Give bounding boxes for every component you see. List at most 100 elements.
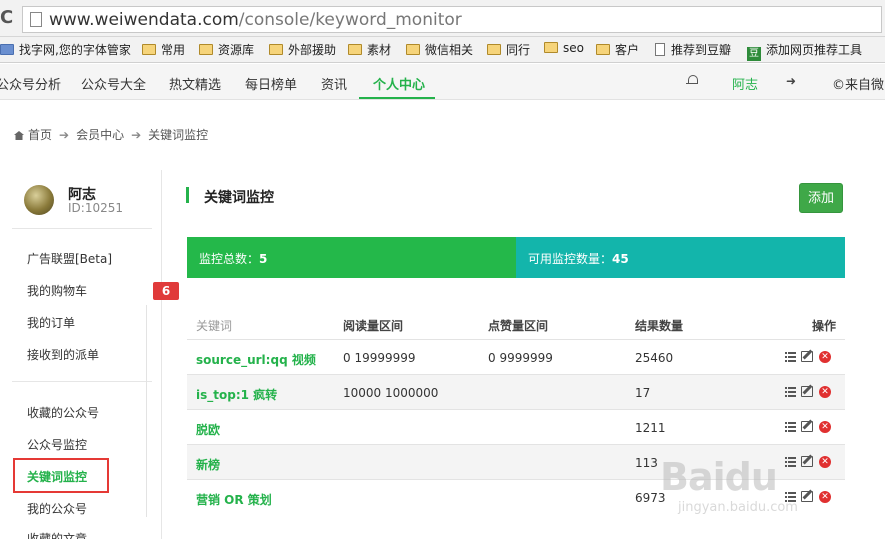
table-row: 新榜 113 ✕ [187,445,845,480]
sidebar-item-fav-articles[interactable]: 收藏的文章 [27,530,87,539]
add-button[interactable]: 添加 [799,183,843,213]
list-icon[interactable] [785,352,796,362]
sidebar-user-id: ID:10251 [68,201,123,215]
delete-icon[interactable]: ✕ [819,491,831,503]
nav-item-gzh-analysis[interactable]: 公众号分析 [0,74,61,93]
folder-icon [596,44,610,55]
sidebar-divider [12,381,152,382]
arrow-right-icon: ➔ [131,128,142,142]
page-icon [30,12,42,27]
row-results: 25460 [635,351,674,365]
list-icon[interactable] [785,457,796,467]
row-results: 17 [635,386,651,400]
edit-icon[interactable] [801,491,813,502]
row-results: 6973 [635,491,666,505]
list-icon[interactable] [785,492,796,502]
row-actions: ✕ [785,386,833,400]
list-icon[interactable] [785,422,796,432]
edit-icon[interactable] [801,421,813,432]
nav-item-daily-rank[interactable]: 每日榜单 [245,74,297,93]
reload-icon[interactable]: C [0,7,13,28]
table-row: is_top:1 疯转 10000 1000000 17 ✕ [187,375,845,410]
browser-address-bar: C www.weiwendata.com/console/keyword_mon… [0,0,885,37]
folder-icon [199,44,213,55]
row-keyword[interactable]: 营销 OR 策划 [196,491,272,508]
total-monitor-value: 5 [259,252,268,266]
delete-icon[interactable]: ✕ [819,351,831,363]
edit-icon[interactable] [801,456,813,467]
breadcrumb-current: 关键词监控 [148,128,209,142]
nav-user-name[interactable]: 阿志 [732,74,758,93]
sidebar-item-received-orders[interactable]: 接收到的派单 [27,346,99,363]
delete-icon[interactable]: ✕ [819,421,831,433]
bookmark-zhaozi[interactable]: 找字网,您的字体管家 [0,41,131,58]
bookmark-douban[interactable]: 推荐到豆瓣 [655,41,731,58]
sidebar-item-ad-alliance[interactable]: 广告联盟[Beta] [27,250,112,267]
row-keyword[interactable]: 脱欧 [196,421,220,438]
arrow-right-icon: ➔ [59,128,70,142]
delete-icon[interactable]: ✕ [819,456,831,468]
nav-item-gzh-daquan[interactable]: 公众号大全 [81,74,146,93]
cart-count-badge: 6 [153,282,179,300]
site-nav: 公众号分析 公众号大全 热文精选 每日榜单 资讯 个人中心 阿志 ➜ ©来自微问 [0,64,885,100]
row-keyword[interactable]: is_top:1 疯转 [196,386,277,403]
folder-icon [487,44,501,55]
sidebar-divider [12,228,152,229]
bookmark-kehu[interactable]: 客户 [596,41,639,58]
list-icon[interactable] [785,387,796,397]
folder-icon [142,44,156,55]
delete-icon[interactable]: ✕ [819,386,831,398]
bookmark-tonghang[interactable]: 同行 [487,41,530,58]
row-keyword[interactable]: 新榜 [196,456,220,473]
nav-item-personal-center[interactable]: 个人中心 [373,74,425,93]
table-row: 脱欧 1211 ✕ [187,410,845,445]
row-keyword[interactable]: source_url:qq 视频 [196,351,316,368]
sidebar-item-my-accounts[interactable]: 我的公众号 [27,500,87,517]
sidebar-item-cart[interactable]: 我的购物车 [27,282,87,299]
row-actions: ✕ [785,456,833,470]
row-read-range: 0 19999999 [343,351,416,365]
bookmarks-bar: 找字网,您的字体管家 常用 资源库 外部援助 素材 微信相关 同行 seo 客户… [0,37,885,63]
breadcrumb-member-center[interactable]: 会员中心 [76,128,124,142]
row-like-range: 0 9999999 [488,351,553,365]
edit-icon[interactable] [801,386,813,397]
row-actions: ✕ [785,491,833,505]
avatar [24,185,54,215]
header-actions: 操作 [812,319,837,333]
row-read-range: 10000 1000000 [343,386,439,400]
sidebar-item-orders[interactable]: 我的订单 [27,314,75,331]
title-accent-bar [186,187,189,203]
edit-icon[interactable] [801,351,813,362]
sidebar-item-fav-accounts[interactable]: 收藏的公众号 [27,404,99,421]
bookmark-ziyuanku[interactable]: 资源库 [199,41,254,58]
bookmark-waibu[interactable]: 外部援助 [269,41,336,58]
folder-icon [544,42,558,53]
row-results: 113 [635,456,658,470]
table-row: 营销 OR 策划 6973 ✕ [187,480,845,515]
active-tab-indicator [359,97,435,99]
available-monitor-text: 可用监控数量：45 [528,252,629,266]
logout-icon[interactable]: ➜ [786,74,796,88]
bell-icon[interactable] [686,74,698,87]
nav-right-text: ©来自微问 [832,78,885,93]
bookmark-sucai[interactable]: 素材 [348,41,391,58]
bookmark-seo[interactable]: seo [544,41,584,55]
nav-item-news[interactable]: 资讯 [321,74,347,93]
bookmark-weixin[interactable]: 微信相关 [406,41,473,58]
table-header: 关键词 阅读量区间 点赞量区间 结果数量 操作 [187,305,845,340]
header-read-range: 阅读量区间 [343,319,404,333]
folder-icon [269,44,283,55]
row-results: 1211 [635,421,666,435]
bookmark-tuijian[interactable]: 豆添加网页推荐工具 [747,41,862,61]
breadcrumb: 首页 ➔ 会员中心 ➔ 关键词监控 [14,126,208,143]
breadcrumb-home[interactable]: 首页 [28,128,52,142]
row-actions: ✕ [785,351,833,365]
nav-item-hot-articles[interactable]: 热文精选 [169,74,221,93]
bookmark-changyong[interactable]: 常用 [142,41,185,58]
url-field[interactable]: www.weiwendata.com/console/keyword_monit… [22,6,882,33]
available-monitor-stat: 可用监控数量：45 [516,237,845,278]
highlight-box [13,458,109,493]
header-keyword: 关键词 [196,319,233,333]
sidebar-item-account-monitor[interactable]: 公众号监控 [27,436,87,453]
folder-icon [348,44,362,55]
